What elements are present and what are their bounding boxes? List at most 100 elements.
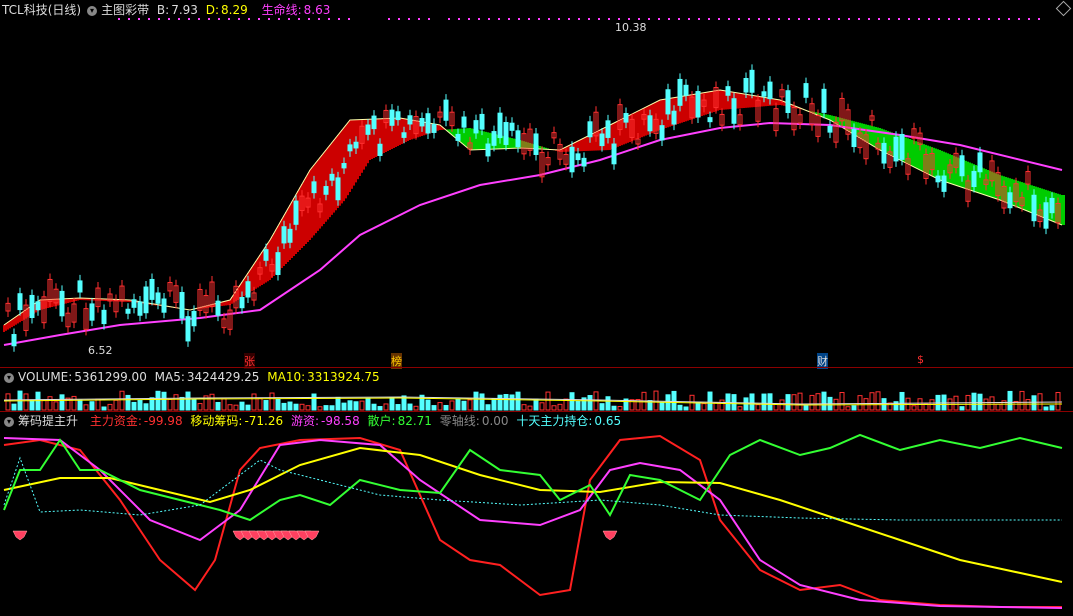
collapse-circle-icon[interactable]: ▾ <box>4 372 14 383</box>
volume-bar <box>677 404 683 411</box>
candle-body <box>11 334 17 347</box>
volume-bar <box>995 403 1001 411</box>
volume-bar <box>125 394 131 411</box>
signal-dot <box>128 18 130 20</box>
candle-body <box>827 125 833 133</box>
signal-dot <box>988 18 990 20</box>
candle-body <box>89 303 95 321</box>
volume-bar <box>467 399 473 411</box>
volume-bar <box>335 396 341 411</box>
volume-bar <box>119 390 125 411</box>
candle-body <box>149 278 155 300</box>
signal-dot <box>778 18 780 20</box>
candle-body <box>239 296 245 309</box>
signal-dot <box>408 18 410 20</box>
volume-bar <box>719 399 725 411</box>
signal-dot <box>278 18 280 20</box>
candle-body <box>575 153 581 161</box>
ma5-label: MA5: <box>154 370 185 384</box>
panel-separator <box>0 411 1073 412</box>
signal-dot <box>578 18 580 20</box>
volume-bar <box>1049 405 1055 411</box>
volume-bar <box>923 403 929 411</box>
volume-bar <box>545 391 551 411</box>
signal-dot <box>458 18 460 20</box>
signal-dot <box>228 18 230 20</box>
retail-line <box>3 433 1063 522</box>
signal-dot <box>728 18 730 20</box>
collapse-circle-icon[interactable]: ▾ <box>4 416 14 427</box>
volume-bar <box>791 394 797 411</box>
candle-body <box>443 99 449 121</box>
ten-day-label: 十天主力持仓: <box>516 414 593 428</box>
candle-body <box>533 133 539 155</box>
volume-bar <box>275 398 281 411</box>
volume-bar <box>287 401 293 411</box>
volume-bar <box>671 390 677 411</box>
volume-bar <box>167 398 173 411</box>
candle-body <box>647 115 653 132</box>
chips-title[interactable]: 筹码提主升 <box>18 414 78 428</box>
candle-body <box>35 301 41 311</box>
candle-body <box>515 130 521 147</box>
signal-dot <box>698 18 700 20</box>
volume-bar <box>257 397 263 411</box>
volume-bar <box>455 398 461 411</box>
main-chart[interactable] <box>0 0 1073 616</box>
candle-body <box>341 163 347 169</box>
zero-label: 零轴线: <box>439 414 480 428</box>
candle-body <box>311 181 317 194</box>
signal-dot <box>538 18 540 20</box>
signal-dot <box>618 18 620 20</box>
signal-dot <box>298 18 300 20</box>
volume-bar <box>725 393 731 411</box>
signal-dot <box>548 18 550 20</box>
candle-body <box>131 299 137 308</box>
candle-body <box>569 146 575 173</box>
panel-separator <box>0 367 1073 368</box>
signal-dot <box>398 18 400 20</box>
signal-dot <box>848 18 850 20</box>
volume-bar <box>323 405 329 411</box>
volume-bar <box>785 394 791 411</box>
volume-bar <box>821 391 827 411</box>
candle-body <box>605 120 611 138</box>
main-fund-value: -99.98 <box>143 414 183 428</box>
candle-body <box>899 133 905 160</box>
candle-body <box>431 123 437 133</box>
volume-bar <box>539 402 545 411</box>
signal-dot <box>238 18 240 20</box>
candle-body <box>161 298 167 313</box>
volume-bar <box>407 403 413 411</box>
volume-bar <box>533 398 539 411</box>
volume-bar <box>377 406 383 411</box>
volume-bar <box>605 396 611 411</box>
volume-bar <box>173 394 179 411</box>
candle-body <box>761 91 767 97</box>
event-marker-dollar[interactable]: $ <box>917 353 924 366</box>
signal-dot <box>188 18 190 20</box>
volume-bar <box>5 393 11 411</box>
signal-dot <box>768 18 770 20</box>
hot-money-line <box>3 437 1063 609</box>
signal-dot <box>718 18 720 20</box>
volume-value: 5361299.00 <box>74 370 147 384</box>
candle-body <box>323 186 329 195</box>
candle-body <box>293 200 299 225</box>
volume-label: VOLUME: <box>18 370 73 384</box>
volume-header: ▾ VOLUME: 5361299.00 MA5: 3424429.25 MA10: 3… <box>2 369 384 385</box>
signal-dot <box>888 18 890 20</box>
signal-dot <box>428 18 430 20</box>
volume-bar <box>281 402 287 411</box>
signal-dot <box>678 18 680 20</box>
signal-dot <box>1038 18 1040 20</box>
ma10-label: MA10: <box>267 370 306 384</box>
signal-dot <box>258 18 260 20</box>
signal-dot <box>758 18 760 20</box>
volume-bar <box>449 400 455 411</box>
signal-dot <box>808 18 810 20</box>
signal-dot <box>998 18 1000 20</box>
volume-bar <box>599 403 605 411</box>
candle-body <box>245 281 251 298</box>
volume-bar <box>1031 395 1037 411</box>
